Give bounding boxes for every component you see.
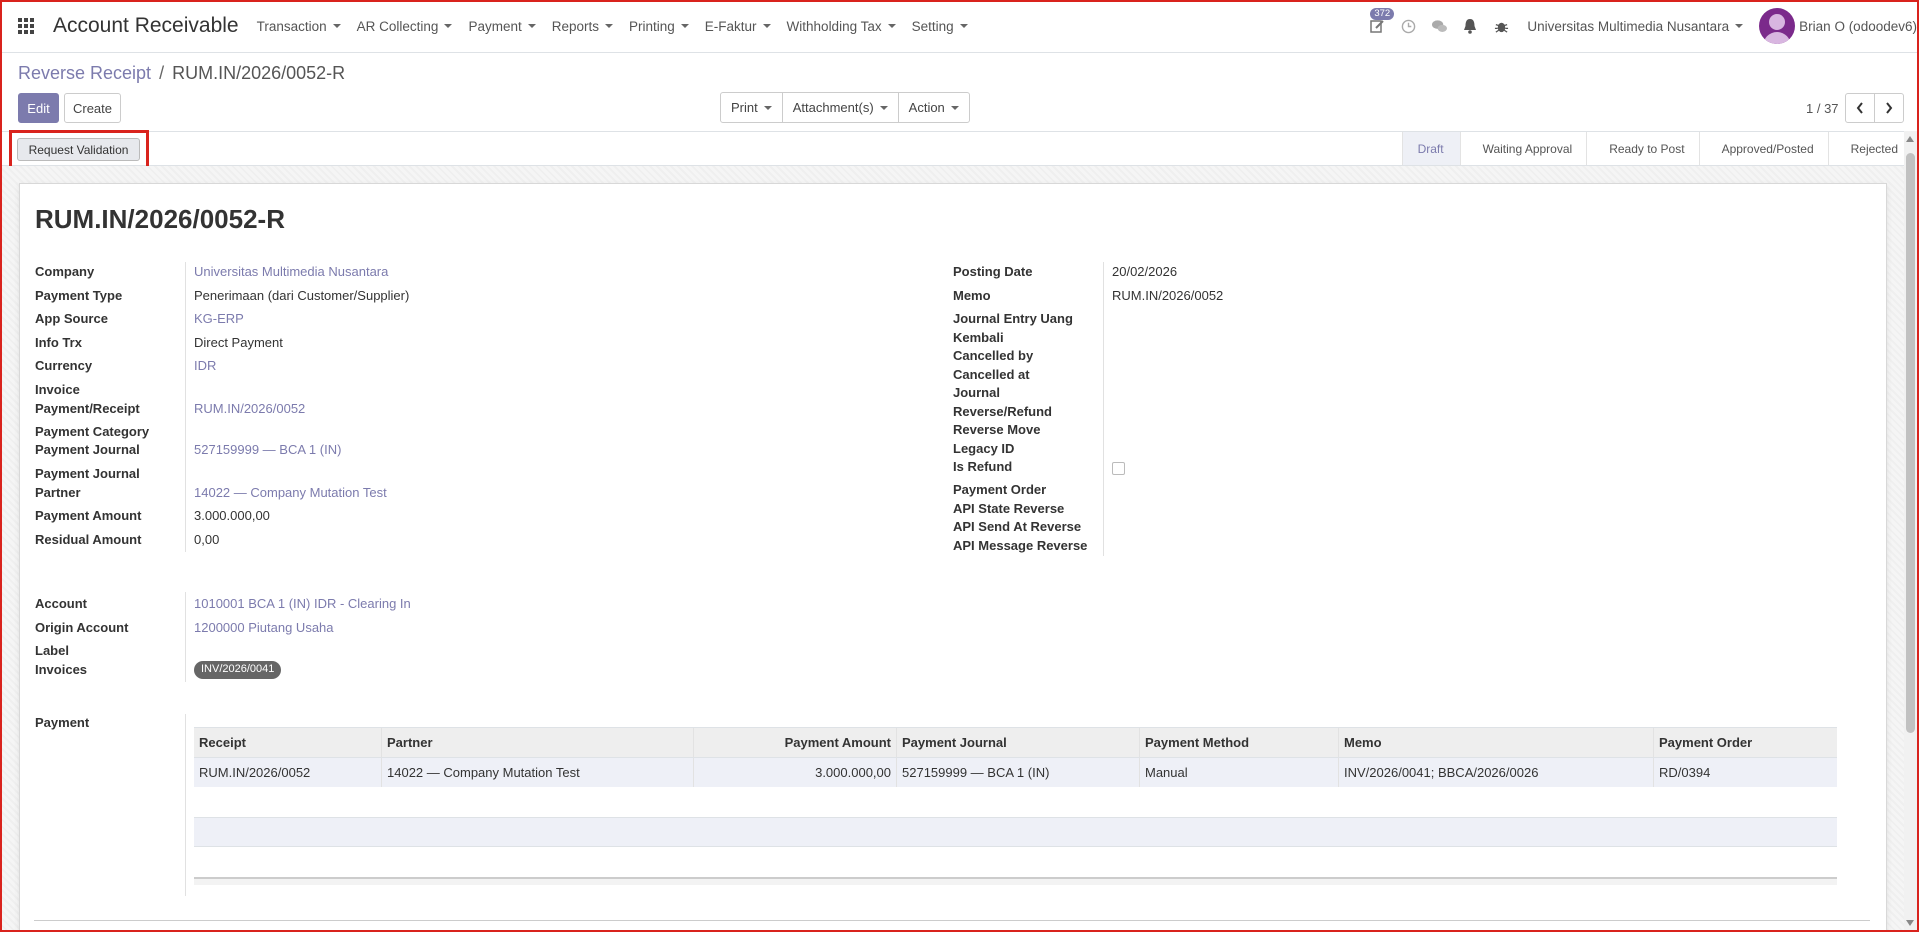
column-memo[interactable]: Memo	[1339, 728, 1654, 757]
field-payment-journal: Payment Journal 527159999 — BCA 1 (IN)	[35, 442, 342, 457]
scroll-down-arrow-icon[interactable]	[1906, 920, 1914, 926]
field-app-source: App Source KG-ERP	[35, 311, 244, 326]
menu-ar-collecting[interactable]: AR Collecting	[357, 19, 453, 34]
column-payment-amount[interactable]: Payment Amount	[694, 728, 897, 757]
field-info-trx: Info Trx Direct Payment	[35, 335, 283, 350]
field-company: Company Universitas Multimedia Nusantara	[35, 264, 389, 279]
column-payment-method[interactable]: Payment Method	[1140, 728, 1339, 757]
table-footer	[194, 877, 1837, 885]
status-bar: Request Validation Draft Waiting Approva…	[0, 130, 1912, 170]
breadcrumb-parent-link[interactable]: Reverse Receipt	[18, 63, 151, 84]
user-avatar[interactable]	[1759, 8, 1796, 44]
field-label: Label	[35, 643, 69, 658]
section-separator	[34, 920, 1870, 921]
stage-draft: Draft	[1401, 132, 1460, 165]
field-invoices: Invoices INV/2026/0041	[35, 660, 282, 679]
column-payment-order[interactable]: Payment Order	[1654, 728, 1837, 757]
stage-approved-posted: Approved/Posted	[1698, 132, 1828, 165]
field-payment-order: Payment Order	[953, 482, 1047, 497]
column-partner[interactable]: Partner	[382, 728, 694, 757]
column-payment-journal[interactable]: Payment Journal	[897, 728, 1140, 757]
field-journal-entry-uang-kembali: Journal Entry Uang Kembali	[953, 311, 1073, 345]
field-api-state-reverse: API State Reverse	[953, 501, 1065, 516]
payment-table: Receipt Partner Payment Amount Payment J…	[194, 727, 1837, 885]
field-posting-date: Posting Date 20/02/2026	[953, 264, 1178, 279]
breadcrumb-separator: /	[159, 63, 165, 83]
action-button-group: Print Attachment(s) Action	[720, 92, 970, 123]
bug-icon[interactable]	[1490, 15, 1512, 37]
chevron-left-icon	[1856, 102, 1863, 114]
apps-grid-icon[interactable]	[18, 18, 34, 34]
field-account: Account 1010001 BCA 1 (IN) IDR - Clearin…	[35, 596, 411, 611]
create-button[interactable]: Create	[64, 93, 121, 123]
navbar-right: 372 Universitas Multimedia Nusantara Bri…	[1366, 0, 1919, 52]
field-payment-category: Payment Category	[35, 424, 150, 439]
activity-count-badge: 372	[1370, 8, 1395, 20]
scroll-thumb[interactable]	[1906, 153, 1915, 733]
company-switcher[interactable]: Universitas Multimedia Nusantara	[1527, 19, 1744, 34]
pager-value[interactable]: 1 / 37	[1806, 101, 1839, 116]
attachments-dropdown[interactable]: Attachment(s)	[781, 92, 899, 123]
field-payment-journal-partner: Payment Journal Partner 14022 — Company …	[35, 466, 387, 500]
field-invoice-payment-receipt: Invoice Payment/Receipt RUM.IN/2026/0052	[35, 382, 306, 416]
breadcrumb: Reverse Receipt / RUM.IN/2026/0052-R	[18, 63, 345, 84]
edit-button[interactable]: Edit	[18, 93, 59, 123]
group-divider	[185, 714, 186, 896]
stage-rejected: Rejected	[1827, 132, 1912, 165]
invoice-tag[interactable]: INV/2026/0041	[194, 661, 282, 679]
field-origin-account: Origin Account 1200000 Piutang Usaha	[35, 620, 334, 635]
chat-icon[interactable]	[1428, 15, 1450, 37]
field-api-send-at-reverse: API Send At Reverse	[953, 519, 1082, 534]
top-navbar: Account Receivable Transaction AR Collec…	[0, 0, 1919, 53]
record-title: RUM.IN/2026/0052-R	[35, 204, 285, 234]
vertical-scrollbar[interactable]	[1904, 131, 1917, 930]
menu-payment[interactable]: Payment	[468, 19, 536, 34]
stage-waiting-approval: Waiting Approval	[1459, 132, 1587, 165]
scroll-up-arrow-icon[interactable]	[1906, 136, 1914, 142]
field-is-refund: Is Refund	[953, 457, 1125, 476]
highlight-box	[9, 130, 149, 170]
pager-previous-button[interactable]	[1844, 93, 1875, 123]
print-dropdown[interactable]: Print	[720, 92, 783, 123]
column-receipt[interactable]: Receipt	[194, 728, 382, 757]
edit-activity-icon[interactable]: 372	[1366, 8, 1395, 37]
table-empty-row	[194, 787, 1837, 817]
field-reverse-move: Reverse Move	[953, 422, 1041, 437]
pager: 1 / 37	[1806, 93, 1904, 123]
field-cancelled-at: Cancelled at	[953, 367, 1030, 382]
table-row[interactable]: RUM.IN/2026/0052 14022 — Company Mutatio…	[194, 757, 1837, 787]
action-dropdown[interactable]: Action	[897, 92, 970, 123]
app-title: Account Receivable	[53, 14, 239, 37]
stage-pipeline: Draft Waiting Approval Ready to Post App…	[1401, 132, 1912, 165]
field-payment-type: Payment Type Penerimaan (dari Customer/S…	[35, 288, 410, 303]
field-payment-amount: Payment Amount 3.000.000,00	[35, 508, 270, 523]
bell-icon[interactable]	[1459, 15, 1481, 37]
field-api-message-reverse: API Message Reverse	[953, 538, 1088, 553]
field-residual-amount: Residual Amount 0,00	[35, 532, 220, 547]
main-menu: Transaction AR Collecting Payment Report…	[257, 19, 984, 34]
clock-icon[interactable]	[1397, 15, 1419, 37]
control-panel: Reverse Receipt / RUM.IN/2026/0052-R Edi…	[0, 53, 1919, 131]
pager-next-button[interactable]	[1873, 93, 1904, 123]
field-journal-reverse-refund: Journal Reverse/Refund	[953, 385, 1052, 419]
menu-reports[interactable]: Reports	[552, 19, 613, 34]
menu-printing[interactable]: Printing	[629, 19, 689, 34]
is-refund-checkbox[interactable]	[1112, 462, 1125, 475]
chevron-right-icon	[1885, 102, 1892, 114]
table-header: Receipt Partner Payment Amount Payment J…	[194, 727, 1837, 757]
stage-ready-to-post: Ready to Post	[1586, 132, 1698, 165]
breadcrumb-current: RUM.IN/2026/0052-R	[172, 63, 346, 83]
table-empty-row	[194, 817, 1837, 847]
payment-section-label: Payment	[35, 715, 90, 730]
table-empty-row	[194, 847, 1837, 877]
menu-e-faktur[interactable]: E-Faktur	[705, 19, 771, 34]
menu-setting[interactable]: Setting	[912, 19, 968, 34]
menu-transaction[interactable]: Transaction	[257, 19, 341, 34]
user-menu[interactable]: Brian O (odoodev6)	[1799, 19, 1917, 34]
field-currency: Currency IDR	[35, 358, 217, 373]
field-cancelled-by: Cancelled by	[953, 348, 1034, 363]
field-legacy-id: Legacy ID	[953, 441, 1015, 456]
field-memo: Memo RUM.IN/2026/0052	[953, 288, 1224, 303]
menu-withholding-tax[interactable]: Withholding Tax	[787, 19, 896, 34]
